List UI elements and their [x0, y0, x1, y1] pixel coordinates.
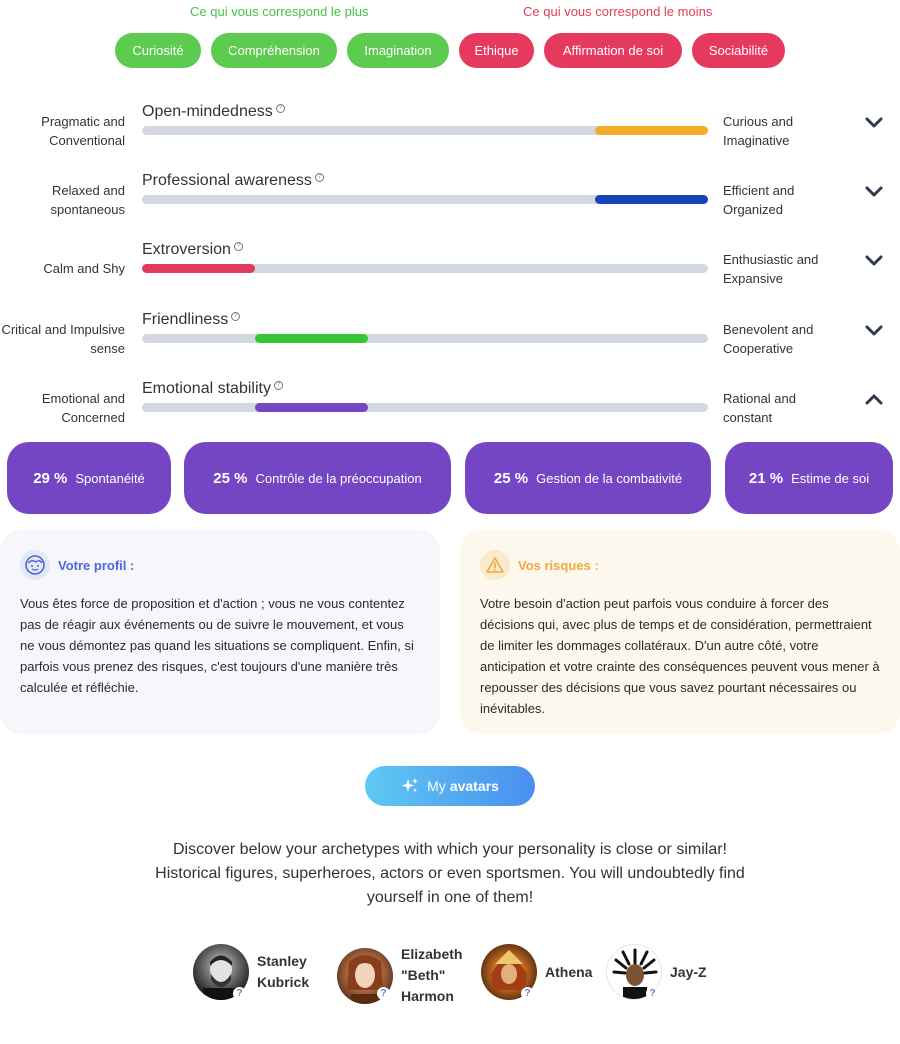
facet-controle-preoccupation[interactable]: 25 % Contrôle de la préoccupation: [184, 442, 451, 514]
help-icon[interactable]: ?: [521, 987, 534, 1000]
profile-title: Votre profil :: [58, 557, 135, 573]
facet-percent: 29 %: [33, 469, 68, 487]
trait-low-label: Critical and Impulsive sense: [1, 322, 125, 356]
risks-text: Votre besoin d'action peut parfois vous …: [480, 596, 880, 716]
least-matching-header: Ce qui vous correspond le moins: [523, 4, 713, 19]
facet-estime-de-soi[interactable]: 21 % Estime de soi: [725, 442, 893, 514]
help-icon[interactable]: ?: [377, 987, 390, 1000]
trait-high-label: Benevolent and Cooperative: [723, 322, 814, 356]
pill-curiosite[interactable]: Curiosité: [115, 33, 201, 68]
help-icon[interactable]: ?: [233, 987, 246, 1000]
help-icon[interactable]: ?: [646, 987, 659, 1000]
trait-title: Friendliness?: [142, 311, 241, 329]
trait-fill: [255, 403, 369, 412]
profile-card: Votre profil : Vous êtes force de propos…: [0, 530, 440, 734]
facet-gestion-combativite[interactable]: 25 % Gestion de la combativité: [465, 442, 711, 514]
chevron-down-icon[interactable]: [864, 115, 884, 129]
facet-name: Gestion de la combativité: [536, 470, 683, 486]
avatar-name: Athena: [545, 963, 593, 980]
trait-high-label: Rational and constant: [723, 391, 796, 425]
avatar-item-kubrick[interactable]: ? Stanley Kubrick: [193, 944, 327, 1000]
trait-fill: [594, 126, 708, 135]
pill-ethique[interactable]: Ethique: [459, 33, 534, 68]
avatar-item-harmon[interactable]: ? Elizabeth "Beth" Harmon: [337, 944, 471, 1007]
pill-affirmation-de-soi[interactable]: Affirmation de soi: [544, 33, 682, 68]
trait-row-emotional-stability[interactable]: Emotional and Concerned Emotional stabil…: [0, 380, 900, 440]
help-icon[interactable]: ?: [314, 173, 324, 182]
profile-text: Vous êtes force de proposition et d'acti…: [20, 596, 414, 695]
facet-percent: 21 %: [748, 469, 784, 487]
trait-fill: [594, 195, 708, 204]
trait-fill: [142, 264, 256, 273]
help-icon[interactable]: ?: [233, 242, 243, 251]
sparkles-icon: [401, 778, 419, 793]
trait-high-label: Enthusiastic and Expansive: [723, 252, 819, 286]
avatar-name: Jay-Z: [670, 963, 707, 980]
facet-name: Contrôle de la préoccupation: [255, 470, 422, 486]
trait-fill: [255, 334, 369, 343]
trait-track: [142, 403, 708, 412]
face-icon: [20, 550, 50, 580]
discover-text: Discover below your archetypes with whic…: [155, 841, 745, 906]
risks-title: Vos risques :: [518, 557, 599, 573]
trait-track: [142, 334, 708, 343]
trait-title: Emotional stability?: [142, 380, 283, 398]
avatar-item-athena[interactable]: ? Athena: [481, 944, 592, 1000]
help-icon[interactable]: ?: [231, 312, 241, 321]
most-matching-header: Ce qui vous correspond le plus: [190, 4, 369, 19]
chevron-down-icon[interactable]: [864, 253, 884, 267]
facet-name: Spontanéité: [75, 470, 145, 486]
risks-card: Vos risques : Votre besoin d'action peut…: [460, 530, 900, 734]
avatar-name: Elizabeth "Beth" Harmon: [401, 946, 463, 1004]
trait-low-label: Pragmatic and Conventional: [41, 114, 125, 148]
trait-low-label: Calm and Shy: [43, 261, 125, 276]
facet-percent: 25 %: [213, 469, 248, 487]
trait-track: [142, 264, 708, 273]
chevron-down-icon[interactable]: [864, 323, 884, 337]
avatar-item-jayz[interactable]: ? Jay-Z: [606, 944, 707, 1000]
pill-sociabilite[interactable]: Sociabilité: [692, 33, 785, 68]
trait-row-extroversion[interactable]: Calm and Shy Extroversion? Enthusiastic …: [0, 241, 900, 301]
my-avatars-button[interactable]: My avatars: [365, 766, 535, 806]
my-avatars-prefix: My: [427, 778, 446, 794]
help-icon[interactable]: ?: [275, 104, 285, 113]
trait-high-label: Curious and Imaginative: [723, 114, 794, 148]
trait-track: [142, 195, 708, 204]
trait-title: Open-mindedness?: [142, 103, 285, 121]
trait-row-open-mindedness[interactable]: Pragmatic and Conventional Open-mindedne…: [0, 103, 900, 163]
trait-title: Professional awareness?: [142, 172, 324, 190]
trait-low-label: Relaxed and spontaneous: [50, 183, 125, 217]
trait-row-professional-awareness[interactable]: Relaxed and spontaneous Professional awa…: [0, 172, 900, 232]
trait-track: [142, 126, 708, 135]
facet-percent: 25 %: [493, 469, 529, 487]
help-icon[interactable]: ?: [273, 381, 283, 390]
my-avatars-label: avatars: [449, 778, 499, 794]
pill-comprehension[interactable]: Compréhension: [211, 33, 337, 68]
warning-icon: [480, 550, 510, 580]
trait-title: Extroversion?: [142, 241, 243, 259]
facet-name: Estime de soi: [791, 470, 870, 486]
pill-imagination[interactable]: Imagination: [347, 33, 449, 68]
trait-high-label: Efficient and Organized: [723, 183, 795, 217]
avatar-name: Stanley Kubrick: [257, 953, 310, 990]
chevron-up-icon[interactable]: [864, 392, 884, 406]
chevron-down-icon[interactable]: [864, 184, 884, 198]
facet-spontaneite[interactable]: 29 % Spontanéité: [7, 442, 171, 514]
trait-row-friendliness[interactable]: Critical and Impulsive sense Friendlines…: [0, 311, 900, 371]
trait-low-label: Emotional and Concerned: [41, 391, 125, 425]
